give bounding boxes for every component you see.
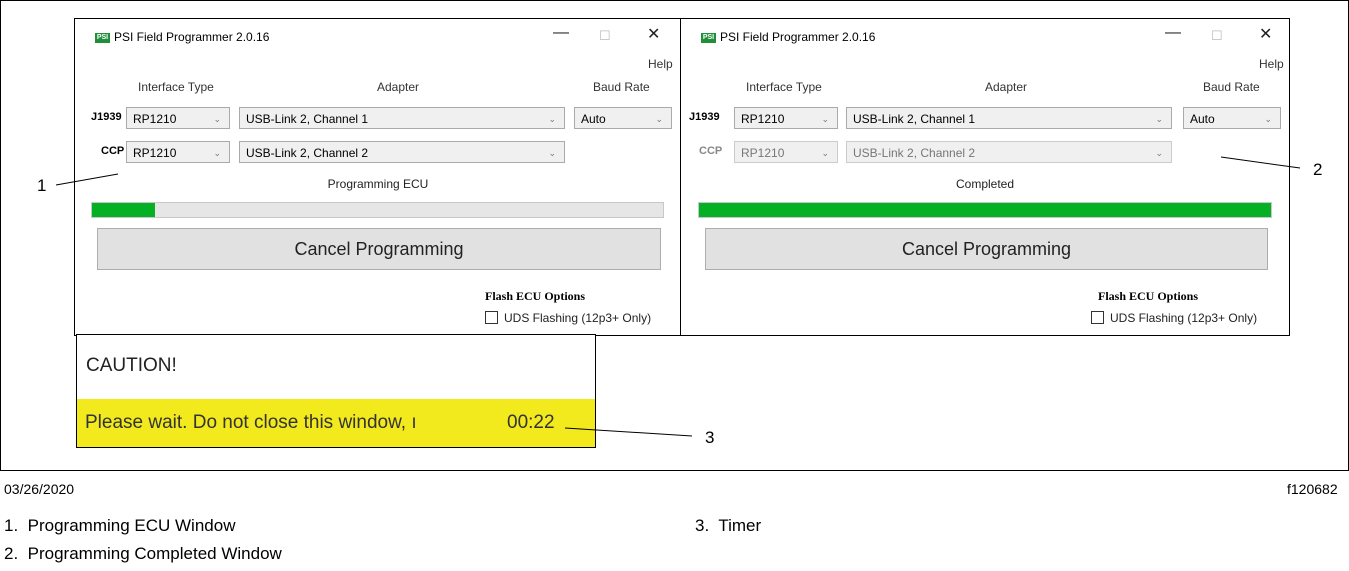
caption-1: 1. Programming ECU Window xyxy=(4,516,236,535)
j1939-baud-select[interactable]: Auto ⌄ xyxy=(1183,107,1281,129)
status-text: Completed xyxy=(955,177,1015,191)
close-icon[interactable]: ✕ xyxy=(1259,24,1272,44)
cancel-programming-button[interactable]: Cancel Programming xyxy=(705,228,1268,270)
progress-bar xyxy=(698,202,1272,218)
caution-message-band: Please wait. Do not close this window, ı… xyxy=(77,399,595,447)
uds-flashing-checkbox[interactable]: UDS Flashing (12p3+ Only) xyxy=(1091,311,1257,325)
help-menu[interactable]: Help xyxy=(648,57,673,71)
j1939-baud-select[interactable]: Auto ⌄ xyxy=(574,107,672,129)
caution-dialog: CAUTION! Please wait. Do not close this … xyxy=(76,334,596,448)
minimize-icon[interactable]: — xyxy=(1165,24,1181,42)
chevron-down-icon: ⌄ xyxy=(213,148,221,158)
chevron-down-icon: ⌄ xyxy=(213,114,221,124)
status-text: Programming ECU xyxy=(327,177,429,191)
caption-3: 3. Timer xyxy=(695,516,762,535)
interface-type-header: Interface Type xyxy=(138,80,214,94)
help-menu[interactable]: Help xyxy=(1259,57,1284,71)
ccp-adapter-select: USB-Link 2, Channel 2 ⌄ xyxy=(846,141,1172,163)
interface-type-header: Interface Type xyxy=(746,80,822,94)
j1939-adapter-select[interactable]: USB-Link 2, Channel 1 ⌄ xyxy=(239,107,565,129)
ccp-interface-select: RP1210 ⌄ xyxy=(734,141,838,163)
flash-ecu-options-header: Flash ECU Options xyxy=(485,289,586,303)
cancel-programming-button[interactable]: Cancel Programming xyxy=(97,228,661,270)
programming-ecu-window: PSI PSI Field Programmer 2.0.16 — ☐ ✕ Hel… xyxy=(74,18,682,336)
ccp-interface-select[interactable]: RP1210 ⌄ xyxy=(126,141,230,163)
j1939-interface-select[interactable]: RP1210 ⌄ xyxy=(126,107,230,129)
chevron-down-icon: ⌄ xyxy=(1155,114,1163,124)
minimize-icon[interactable]: — xyxy=(553,24,569,42)
chevron-down-icon: ⌄ xyxy=(1264,114,1272,124)
progress-bar xyxy=(91,202,664,218)
maximize-icon: ☐ xyxy=(599,28,611,43)
callout-3: 3 xyxy=(705,428,715,447)
checkbox-box[interactable] xyxy=(1091,311,1104,324)
close-icon[interactable]: ✕ xyxy=(647,24,660,44)
checkbox-box[interactable] xyxy=(485,311,498,324)
callout-1: 1 xyxy=(37,176,47,195)
j1939-adapter-select[interactable]: USB-Link 2, Channel 1 ⌄ xyxy=(846,107,1172,129)
caution-title: CAUTION! xyxy=(86,355,177,376)
baud-rate-header: Baud Rate xyxy=(1203,80,1260,94)
window-title: PSI PSI Field Programmer 2.0.16 xyxy=(701,30,876,44)
ccp-label: CCP xyxy=(699,145,723,157)
timer: 00:22 xyxy=(507,412,555,433)
chevron-down-icon: ⌄ xyxy=(821,148,829,158)
chevron-down-icon: ⌄ xyxy=(821,114,829,124)
programming-completed-window: PSI PSI Field Programmer 2.0.16 — ☐ ✕ Hel… xyxy=(680,18,1290,336)
window-title: PSI PSI Field Programmer 2.0.16 xyxy=(95,30,270,44)
psi-app-icon: PSI xyxy=(701,32,716,43)
chevron-down-icon: ⌄ xyxy=(1155,148,1163,158)
caution-message: Please wait. Do not close this window, ı xyxy=(85,412,417,433)
j1939-interface-select[interactable]: RP1210 ⌄ xyxy=(734,107,838,129)
callout-2: 2 xyxy=(1313,160,1323,179)
chevron-down-icon: ⌄ xyxy=(655,114,663,124)
adapter-header: Adapter xyxy=(377,80,420,94)
j1939-label: J1939 xyxy=(689,111,720,123)
progress-fill xyxy=(92,203,155,217)
ccp-adapter-select[interactable]: USB-Link 2, Channel 2 ⌄ xyxy=(239,141,565,163)
chevron-down-icon: ⌄ xyxy=(548,148,556,158)
maximize-icon: ☐ xyxy=(1211,28,1223,43)
psi-app-icon: PSI xyxy=(95,32,110,43)
uds-flashing-checkbox[interactable]: UDS Flashing (12p3+ Only) xyxy=(485,311,651,325)
ccp-label: CCP xyxy=(101,145,125,157)
j1939-label: J1939 xyxy=(91,111,122,123)
adapter-header: Adapter xyxy=(985,80,1028,94)
caption-2: 2. Programming Completed Window xyxy=(4,544,282,563)
baud-rate-header: Baud Rate xyxy=(593,80,650,94)
figure-id: f120682 xyxy=(1287,481,1338,497)
document-date: 03/26/2020 xyxy=(4,481,75,497)
flash-ecu-options-header: Flash ECU Options xyxy=(1098,289,1199,303)
progress-fill xyxy=(699,203,1271,217)
chevron-down-icon: ⌄ xyxy=(548,114,556,124)
